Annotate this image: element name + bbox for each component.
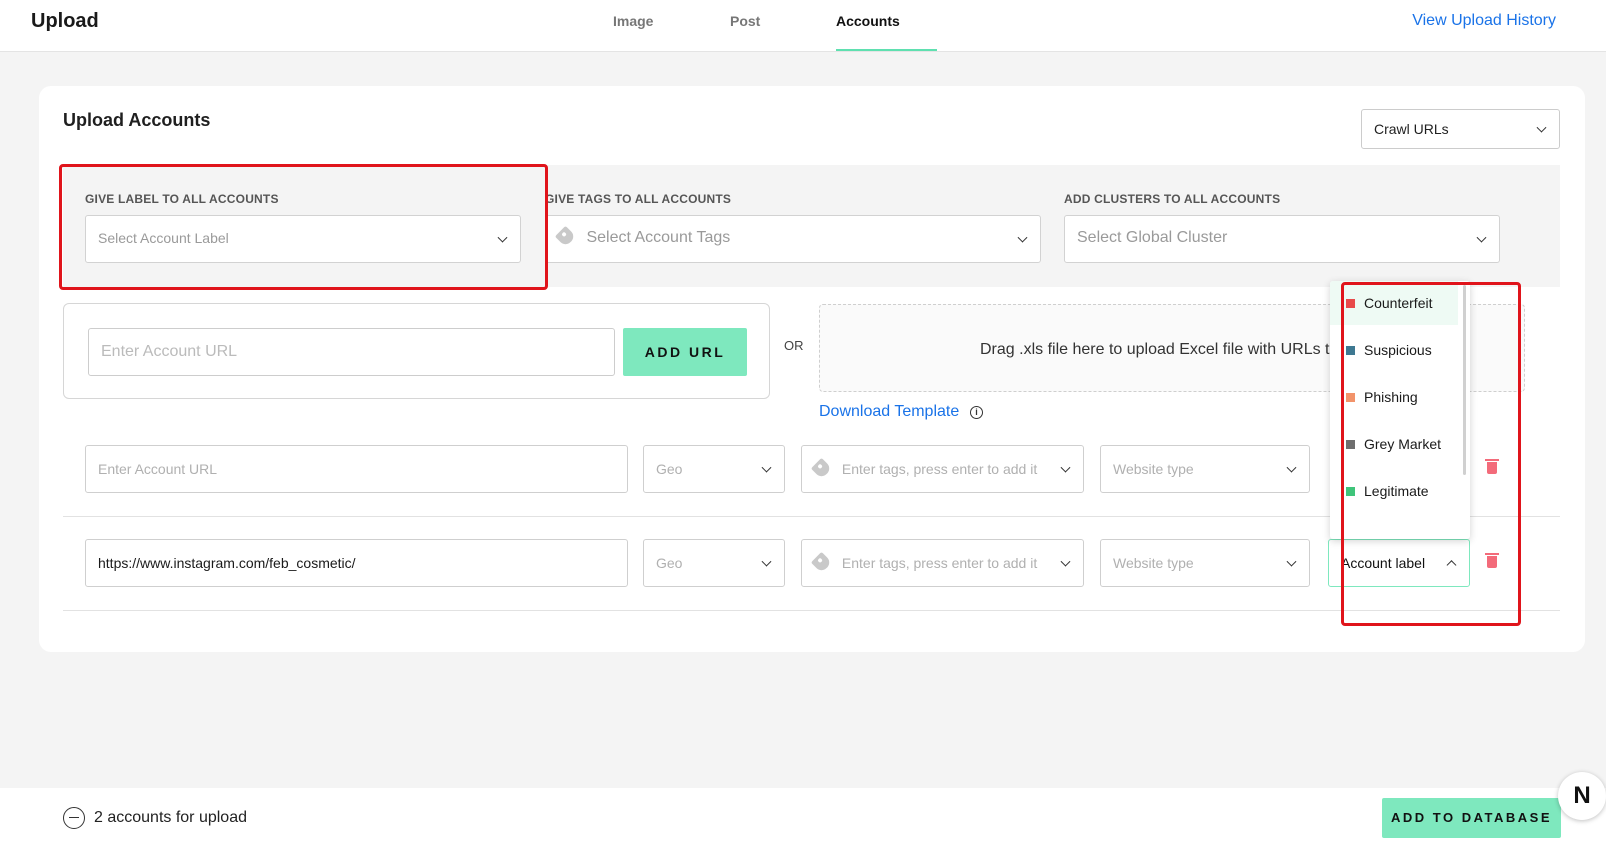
download-template-link[interactable]: Download Template <box>819 403 959 421</box>
row-url-input[interactable]: Enter Account URL <box>85 445 628 493</box>
info-icon[interactable]: i <box>970 406 983 419</box>
tab-accounts[interactable]: Accounts <box>836 13 900 29</box>
url-entry-box: Enter Account URL ADD URL <box>63 303 770 399</box>
footer-bar: 2 accounts for upload ADD TO DATABASE <box>0 788 1606 863</box>
row-tags-placeholder: Enter tags, press enter to add it <box>841 461 1038 477</box>
chevron-down-icon <box>1286 556 1297 567</box>
geo-value: Geo <box>656 461 683 477</box>
add-to-database-button[interactable]: ADD TO DATABASE <box>1382 798 1561 838</box>
clusters-heading: ADD CLUSTERS TO ALL ACCOUNTS <box>1064 192 1281 206</box>
add-url-button[interactable]: ADD URL <box>623 328 747 376</box>
website-type-select[interactable]: Website type <box>1100 539 1310 587</box>
row-tags-input[interactable]: Enter tags, press enter to add it <box>801 445 1084 493</box>
n-badge-icon[interactable]: N <box>1558 772 1606 820</box>
website-type-select[interactable]: Website type <box>1100 445 1310 493</box>
geo-select[interactable]: Geo <box>643 445 785 493</box>
chevron-down-icon <box>1476 232 1487 243</box>
tab-image[interactable]: Image <box>613 13 653 29</box>
chevron-down-icon <box>1536 122 1547 133</box>
global-cluster-select[interactable]: Select Global Cluster <box>1064 215 1500 263</box>
global-tags-select[interactable]: Select Account Tags <box>545 215 1041 263</box>
highlight-box <box>1341 282 1521 626</box>
chevron-down-icon <box>1060 462 1071 473</box>
row-url-input[interactable]: https://www.instagram.com/feb_cosmetic/ <box>85 539 628 587</box>
tags-heading: GIVE TAGS TO ALL ACCOUNTS <box>545 192 732 206</box>
global-cluster-placeholder: Select Global Cluster <box>1077 229 1228 246</box>
row-tags-placeholder: Enter tags, press enter to add it <box>841 555 1038 571</box>
tag-icon <box>554 225 577 248</box>
chevron-down-icon <box>1286 462 1297 473</box>
accounts-count: 2 accounts for upload <box>94 809 247 826</box>
account-url-input[interactable]: Enter Account URL <box>88 328 615 376</box>
minus-circle-icon[interactable] <box>63 807 85 829</box>
chevron-down-icon <box>761 462 772 473</box>
chevron-down-icon <box>1060 556 1071 567</box>
tag-icon <box>810 551 833 574</box>
tag-icon <box>810 457 833 480</box>
chevron-down-icon <box>1017 232 1028 243</box>
drop-zone-text: Drag .xls file here to upload Excel file… <box>980 341 1351 358</box>
geo-value: Geo <box>656 555 683 571</box>
website-type-value: Website type <box>1113 461 1194 477</box>
row-tags-input[interactable]: Enter tags, press enter to add it <box>801 539 1084 587</box>
geo-select[interactable]: Geo <box>643 539 785 587</box>
crawl-urls-select[interactable]: Crawl URLs <box>1361 109 1560 149</box>
card-title: Upload Accounts <box>63 110 211 130</box>
highlight-box <box>59 164 548 290</box>
page-title: Upload <box>31 10 99 32</box>
top-bar: Upload Image Post Accounts View Upload H… <box>0 0 1606 52</box>
or-separator: OR <box>784 338 804 353</box>
tab-post[interactable]: Post <box>730 13 760 29</box>
chevron-down-icon <box>761 556 772 567</box>
active-tab-indicator <box>836 49 937 51</box>
global-tags-placeholder: Select Account Tags <box>586 229 731 246</box>
view-upload-history-link[interactable]: View Upload History <box>1412 12 1556 30</box>
website-type-value: Website type <box>1113 555 1194 571</box>
crawl-urls-value: Crawl URLs <box>1374 121 1449 137</box>
